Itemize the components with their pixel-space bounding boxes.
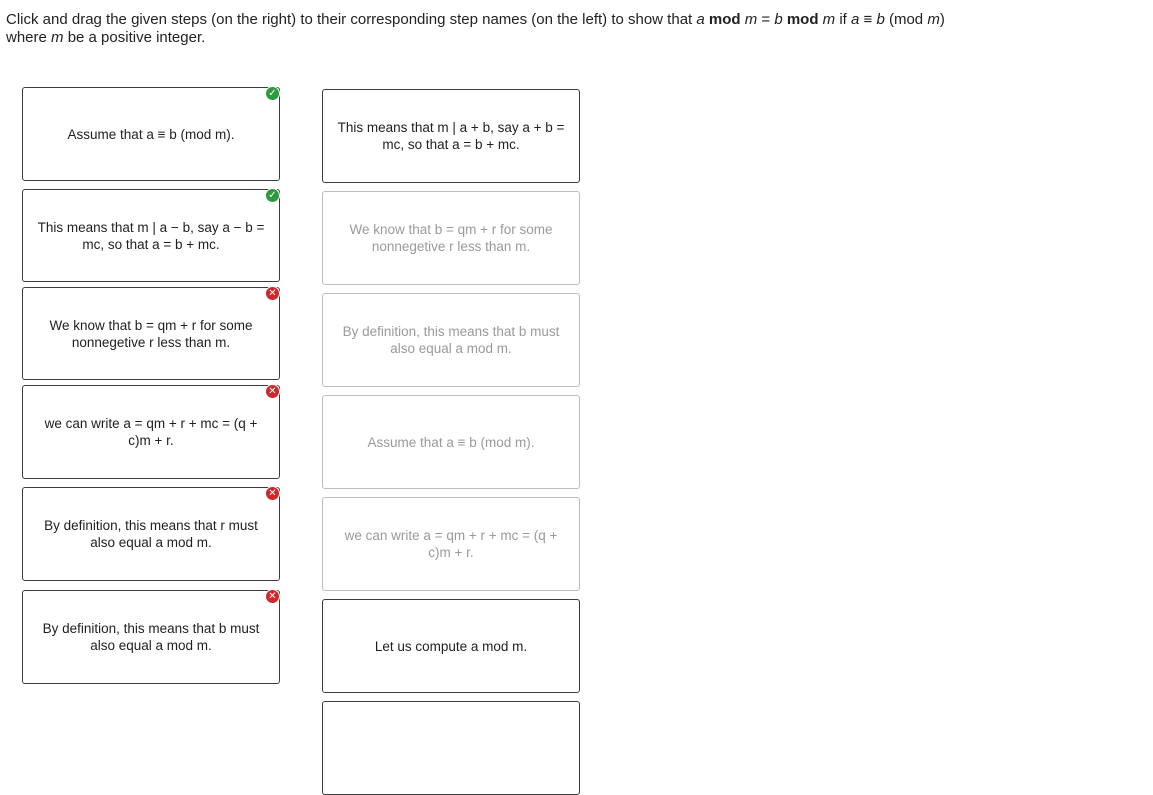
x-icon: ✕ [265,486,280,501]
instructions-part: if [835,11,852,28]
math-m: m [822,11,836,28]
step-slot-4[interactable]: we can write a = qm + r + mc = (q + c)m … [22,384,280,479]
draggable-step-2[interactable]: We know that b = qm + r for some nonnege… [322,191,580,285]
draggable-step-text: Let us compute a mod m. [374,638,528,654]
math-m: m [927,11,940,28]
draggable-step-text: We know that b = qm + r for some nonnege… [349,222,553,254]
draggable-step-3[interactable]: By definition, this means that b must al… [322,293,580,387]
step-slot-1[interactable]: Assume that a ≡ b (mod m). ✓ [22,86,280,181]
math-mod: mod [782,11,823,28]
math-a: a [696,11,705,28]
step-slot-text: By definition, this means that r must al… [44,518,258,550]
step-slot-text: Assume that a ≡ b (mod m). [67,126,235,142]
step-slot-text: We know that b = qm + r for some nonnege… [49,317,253,350]
math-m: m [744,11,758,28]
step-slot-3[interactable]: We know that b = qm + r for some nonnege… [22,286,280,380]
draggable-step-text: By definition, this means that b must al… [342,324,560,356]
math-mod: mod [704,11,745,28]
instructions-part: be a positive integer. [63,29,206,46]
draggable-step-6[interactable]: Let us compute a mod m. [322,599,580,693]
step-slot-6[interactable]: By definition, this means that b must al… [22,589,280,684]
step-slot-2[interactable]: This means that m | a − b, say a − b = m… [22,188,280,282]
draggable-step-text: Assume that a ≡ b (mod m). [367,434,535,450]
draggable-step-4[interactable]: Assume that a ≡ b (mod m). [322,395,580,489]
step-slot-text: we can write a = qm + r + mc = (q + c)m … [44,416,258,448]
draggable-step-1[interactable]: This means that m | a + b, say a + b = m… [322,89,580,183]
instructions-part: Click and drag the given steps (on the r… [6,11,697,28]
draggable-step-text: This means that m | a + b, say a + b = m… [337,120,565,152]
instructions-text: Click and drag the given steps (on the r… [6,11,946,47]
math-m: m [51,29,64,46]
check-icon: ✓ [265,86,280,101]
x-icon: ✕ [265,384,280,399]
check-icon: ✓ [265,188,280,203]
step-slot-text: By definition, this means that b must al… [42,621,260,653]
x-icon: ✕ [265,286,280,301]
draggable-step-5[interactable]: we can write a = qm + r + mc = (q + c)m … [322,497,580,591]
math-eq: = [757,11,775,28]
draggable-step-7[interactable] [322,701,580,795]
x-icon: ✕ [265,589,280,604]
draggable-step-text: we can write a = qm + r + mc = (q + c)m … [344,528,558,560]
step-slot-5[interactable]: By definition, this means that r must al… [22,486,280,581]
step-slot-text: This means that m | a − b, say a − b = m… [37,219,265,252]
instructions-part: (mod [884,11,928,28]
math-b: b [774,11,783,28]
math-b: b [876,11,885,28]
math-equiv: ≡ [859,11,877,28]
